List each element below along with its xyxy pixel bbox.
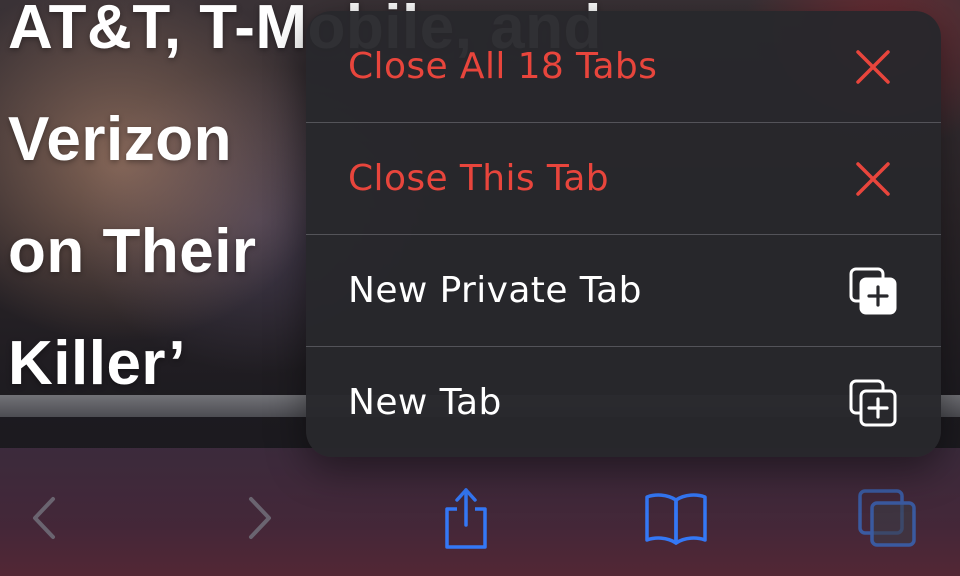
forward-chevron-icon <box>239 493 279 543</box>
new-private-tab-menu-item[interactable]: New Private Tab <box>306 235 941 346</box>
tab-context-menu: Close All 18 Tabs Close This Tab New Pri… <box>306 11 941 457</box>
back-button[interactable] <box>0 478 90 558</box>
share-icon <box>440 485 492 551</box>
new-tab-menu-item[interactable]: New Tab <box>306 347 941 457</box>
forward-button[interactable] <box>214 478 304 558</box>
share-button[interactable] <box>421 478 511 558</box>
close-this-tab-menu-item[interactable]: Close This Tab <box>306 123 941 234</box>
new-private-tab-icon <box>845 263 901 319</box>
tabs-icon <box>856 487 918 549</box>
new-tab-icon <box>845 375 901 431</box>
tabs-button[interactable] <box>842 478 932 558</box>
menu-item-label: Close All 18 Tabs <box>348 46 658 87</box>
bottom-toolbar <box>0 448 960 576</box>
safari-screen: AT&T, T-Mobile, and Verizon on Their Kil… <box>0 0 960 576</box>
close-all-tabs-menu-item[interactable]: Close All 18 Tabs <box>306 11 941 122</box>
close-icon <box>845 151 901 207</box>
back-chevron-icon <box>25 493 65 543</box>
close-icon <box>845 39 901 95</box>
bookmarks-button[interactable] <box>631 478 721 558</box>
bookmarks-book-icon <box>643 490 709 546</box>
menu-item-label: New Private Tab <box>348 270 642 311</box>
menu-item-label: Close This Tab <box>348 158 610 199</box>
menu-item-label: New Tab <box>348 382 502 423</box>
